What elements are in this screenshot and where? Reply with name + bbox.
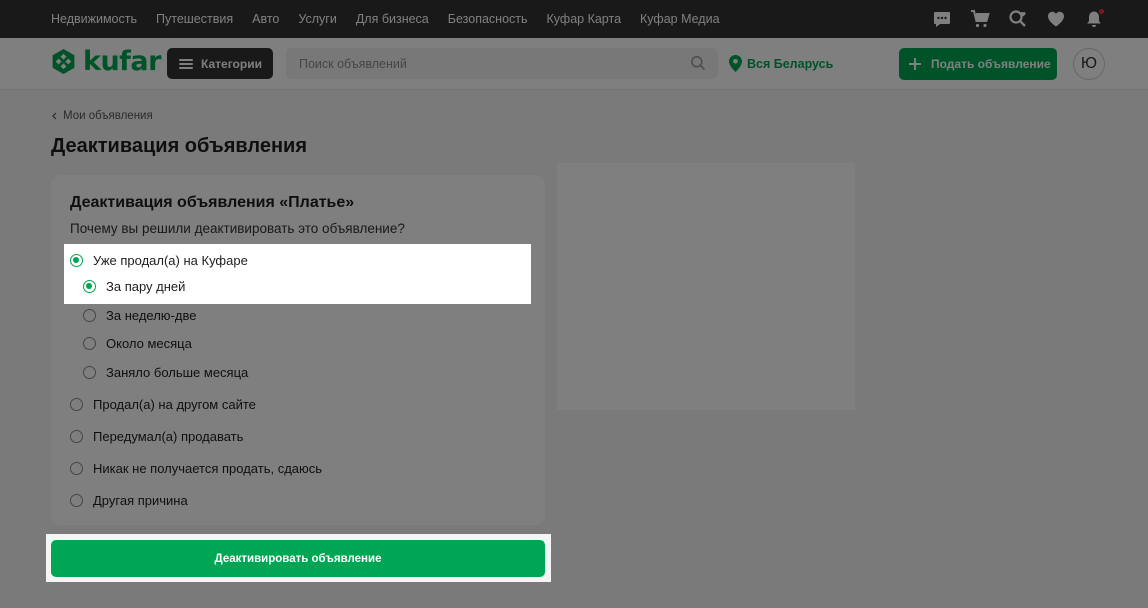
- deactivate-button[interactable]: Деактивировать объявление: [51, 540, 545, 577]
- radio[interactable]: [83, 309, 96, 322]
- option-label: Другая причина: [93, 493, 188, 508]
- reason-option-sold-on-kufar[interactable]: Уже продал(а) на Куфаре: [70, 253, 248, 268]
- region-selector[interactable]: Вся Беларусь: [729, 55, 833, 72]
- radio[interactable]: [83, 366, 96, 379]
- kufar-logo-icon: [52, 48, 75, 75]
- reason-option-changed-mind[interactable]: Передумал(а) продавать: [70, 429, 243, 444]
- reason-option-week-two[interactable]: За неделю-две: [83, 308, 196, 323]
- kufar-logo[interactable]: kufar: [50, 48, 161, 75]
- page-title: Деактивация объявления: [51, 135, 308, 157]
- reason-option-give-up[interactable]: Никак не получается продать, сдаюсь: [70, 461, 322, 476]
- top-link-travel[interactable]: Путешествия: [156, 12, 233, 26]
- categories-label: Категории: [201, 56, 262, 71]
- breadcrumb-label: Мои объявления: [63, 110, 153, 122]
- plus-icon: [909, 58, 921, 70]
- main-header: kufar Категории Вся Беларусь Подать объя…: [0, 38, 1148, 90]
- overlay-dim: [0, 582, 1148, 608]
- top-nav-bar: Недвижимость Путешествия Авто Услуги Для…: [0, 0, 1148, 38]
- radio[interactable]: [83, 337, 96, 350]
- option-label: Уже продал(а) на Куфаре: [93, 253, 248, 268]
- categories-button[interactable]: Категории: [167, 48, 273, 79]
- logo-wordmark: kufar: [83, 46, 161, 77]
- form-question: Почему вы решили деактивировать это объя…: [70, 221, 405, 236]
- breadcrumb[interactable]: Мои объявления: [52, 110, 153, 122]
- reason-option-few-days[interactable]: За пару дней: [83, 279, 185, 294]
- post-ad-button[interactable]: Подать объявление: [899, 48, 1057, 80]
- overlay-dim: [551, 534, 1148, 582]
- option-label: Продал(а) на другом сайте: [93, 397, 256, 412]
- location-pin-icon: [729, 55, 742, 72]
- saved-search-icon[interactable]: [1008, 9, 1028, 29]
- top-link-business[interactable]: Для бизнеса: [356, 12, 429, 26]
- bell-icon[interactable]: [1084, 9, 1104, 29]
- top-link-realty[interactable]: Недвижимость: [51, 12, 137, 26]
- radio-selected[interactable]: [70, 254, 83, 267]
- radio[interactable]: [70, 398, 83, 411]
- option-label: За неделю-две: [106, 308, 197, 323]
- chevron-left-icon: [52, 112, 57, 120]
- option-label: Передумал(а) продавать: [93, 429, 244, 444]
- reason-option-about-month[interactable]: Около месяца: [83, 336, 192, 351]
- radio[interactable]: [70, 462, 83, 475]
- search-icon[interactable]: [690, 55, 706, 71]
- chat-icon[interactable]: [932, 9, 952, 29]
- reason-option-more-month[interactable]: Заняло больше месяца: [83, 365, 248, 380]
- form-title: Деактивация объявления «Платье»: [70, 194, 355, 211]
- cart-icon[interactable]: [970, 9, 990, 29]
- top-link-services[interactable]: Услуги: [298, 12, 336, 26]
- menu-icon: [179, 58, 193, 69]
- reason-option-other-site[interactable]: Продал(а) на другом сайте: [70, 397, 256, 412]
- radio[interactable]: [70, 430, 83, 443]
- top-icons: [932, 0, 1104, 38]
- post-ad-label: Подать объявление: [931, 57, 1051, 71]
- top-link-auto[interactable]: Авто: [252, 12, 279, 26]
- option-label: За пару дней: [106, 279, 186, 294]
- user-avatar[interactable]: Ю: [1073, 48, 1105, 80]
- top-nav-links: Недвижимость Путешествия Авто Услуги Для…: [51, 0, 720, 38]
- search-input[interactable]: [286, 48, 718, 79]
- top-link-kufar-map[interactable]: Куфар Карта: [547, 12, 622, 26]
- heart-icon[interactable]: [1046, 9, 1066, 29]
- radio[interactable]: [70, 494, 83, 507]
- deactivation-form-card: Деактивация объявления «Платье» Почему в…: [51, 175, 545, 525]
- overlay-dim: [0, 534, 46, 582]
- reason-option-other[interactable]: Другая причина: [70, 493, 188, 508]
- top-link-kufar-media[interactable]: Куфар Медиа: [640, 12, 720, 26]
- radio-selected[interactable]: [83, 280, 96, 293]
- option-label: Около месяца: [106, 336, 192, 351]
- option-label: Заняло больше месяца: [106, 365, 249, 380]
- notification-dot: [1099, 9, 1104, 14]
- region-label: Вся Беларусь: [747, 56, 834, 71]
- search-box: [286, 48, 718, 79]
- side-panel: [557, 163, 855, 410]
- option-label: Никак не получается продать, сдаюсь: [93, 461, 323, 476]
- top-link-safety[interactable]: Безопасность: [448, 12, 528, 26]
